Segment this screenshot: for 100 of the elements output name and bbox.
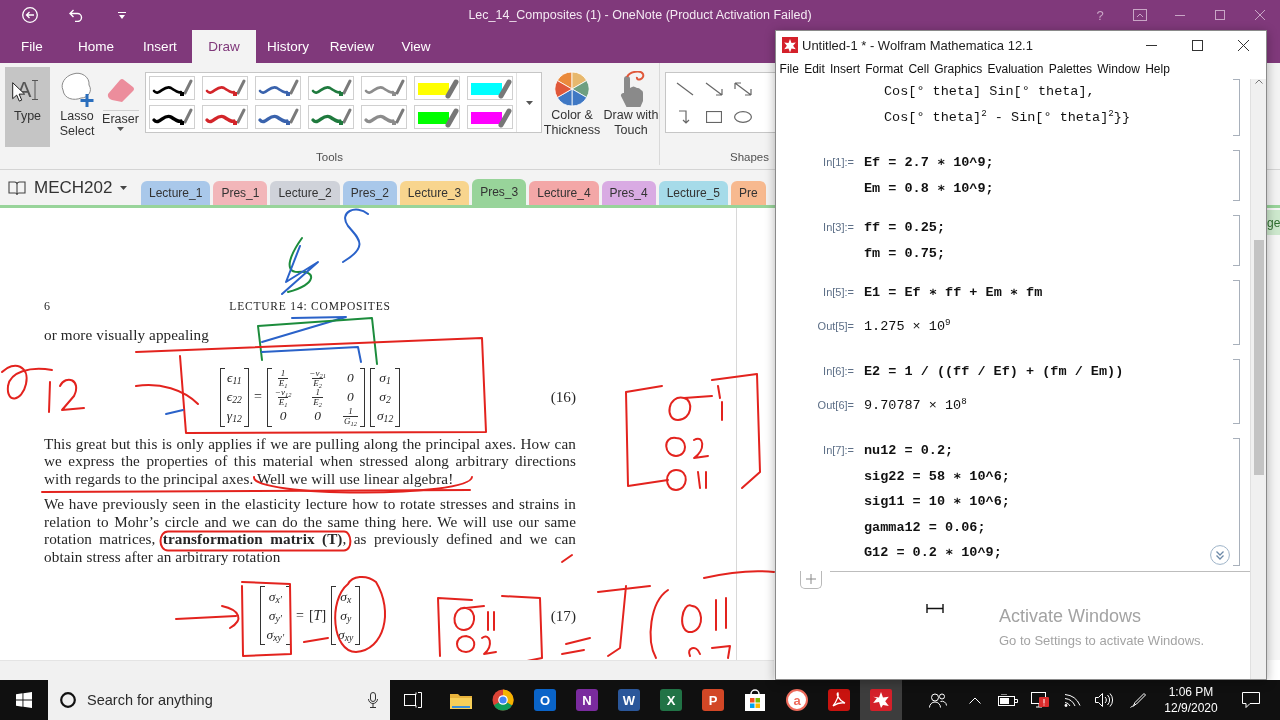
rectangle-shape-icon[interactable]: [705, 111, 722, 123]
section-tab[interactable]: Pres_2: [342, 181, 397, 205]
section-tab[interactable]: Pre: [731, 181, 766, 205]
menu-item[interactable]: Evaluation: [984, 59, 1047, 79]
menu-item[interactable]: Window: [1094, 59, 1143, 79]
ribbon-tab[interactable]: View: [384, 30, 448, 63]
paragraph: We have previously seen in the elasticity lecture how to rotate stresses and strains in relation to Mohr’s circle and we can do the same thing here. We will use our same rotation matrices, transformation matrix (T), as previously defined and we can obtain stress after an arbitrary rotation: [44, 495, 576, 565]
elbow-arrow-shape-icon[interactable]: [677, 110, 692, 124]
matrix-entry: γ$_{12}$: [226, 408, 242, 424]
menu-item[interactable]: File: [777, 59, 802, 79]
scrollbar-thumb[interactable]: [1253, 240, 1264, 475]
section-tab[interactable]: Pres_4: [601, 181, 656, 205]
section-tab[interactable]: Lecture_2: [270, 181, 340, 205]
draw-with-touch-button[interactable]: Draw with Touch: [602, 67, 660, 147]
notification-icon: [1241, 692, 1260, 708]
app-tile: W: [618, 689, 640, 711]
pen-icon[interactable]: [149, 76, 195, 100]
code-line: sig22 = 58 ∗ 10^6;: [864, 467, 1010, 486]
task-view-icon: [404, 692, 422, 708]
cell-bracket[interactable]: [1233, 215, 1240, 266]
section-tab[interactable]: Lecture_1: [141, 181, 211, 205]
close-icon: [1255, 10, 1265, 20]
add-cell-button[interactable]: [800, 570, 822, 589]
taskbar-button[interactable]: O: [524, 680, 566, 720]
taskbar-button[interactable]: W: [608, 680, 650, 720]
menu-item[interactable]: Insert: [827, 59, 863, 79]
ribbon-tab[interactable]: File: [0, 30, 64, 63]
cell-bracket[interactable]: [1233, 438, 1240, 566]
ellipse-shape-icon[interactable]: [733, 111, 752, 123]
text-cursor-icon: [32, 80, 39, 100]
minimize-icon: [1145, 44, 1157, 46]
double-arrow-shape-icon[interactable]: [733, 82, 752, 96]
arrow-shape-icon[interactable]: [704, 82, 723, 96]
help-button[interactable]: ?: [1080, 0, 1120, 30]
notebook-picker[interactable]: MECH202: [0, 170, 141, 205]
ribbon-tab[interactable]: Review: [320, 30, 384, 63]
matrix-entry: σ$_{y′}$: [268, 607, 282, 624]
wifi-icon: [1063, 693, 1081, 707]
color-wheel-icon: [554, 71, 590, 107]
cell-bracket[interactable]: [1233, 359, 1240, 424]
scrollbar[interactable]: [1250, 79, 1266, 679]
highlighter-icon[interactable]: [467, 76, 513, 100]
cell-bracket[interactable]: [1233, 150, 1240, 201]
cell-label: In[5]:=: [822, 285, 854, 300]
section-tab[interactable]: Lecture_4: [529, 181, 599, 205]
fraction-denominator: E$_{2}$: [312, 377, 323, 388]
app-tile: X: [660, 689, 682, 711]
ribbon-tab[interactable]: Insert: [128, 30, 192, 63]
group-label: Tools: [316, 150, 343, 165]
eraser-button[interactable]: Eraser: [99, 67, 142, 147]
output-line: 1.275 × 10$^{9}$: [864, 315, 951, 336]
menu-item[interactable]: Edit: [801, 59, 828, 79]
matrix-entry: 0: [347, 370, 354, 386]
menu-item[interactable]: Palettes: [1046, 59, 1095, 79]
cell-bracket[interactable]: [1233, 280, 1240, 345]
lasso-select-button[interactable]: Lasso Select: [55, 67, 99, 147]
taskbar-button[interactable]: N: [566, 680, 608, 720]
chevron-up-icon: [969, 696, 981, 704]
page-number: 6: [44, 299, 50, 313]
group-label: Shapes: [730, 150, 769, 165]
window-title: Untitled-1 * - Wolfram Mathematica 12.1: [802, 37, 1033, 53]
highlighter-icon[interactable]: [467, 105, 513, 129]
pen-icon[interactable]: [149, 105, 195, 129]
horizontal-scrollbar[interactable]: [0, 660, 774, 680]
cell-label: In[6]:=: [822, 364, 854, 379]
highlighter-icon[interactable]: [414, 76, 460, 100]
double-chevron-icon[interactable]: [1210, 545, 1230, 565]
highlighter-icon[interactable]: [414, 105, 460, 129]
section-tab[interactable]: Pres_1: [213, 181, 268, 205]
menu-item[interactable]: Cell: [905, 59, 932, 79]
resize-cursor-icon: [926, 604, 944, 613]
ribbon-tab[interactable]: Draw: [192, 30, 256, 63]
ribbon-display-icon: [1133, 9, 1147, 21]
cell-bracket[interactable]: [1233, 79, 1240, 136]
section-tab[interactable]: Pres_3: [472, 179, 527, 205]
search-bar[interactable]: Search for anything: [48, 680, 390, 720]
search-field[interactable]: Search for anything: [87, 692, 357, 708]
tricolor-circle-icon: [492, 689, 514, 711]
menu-item[interactable]: Format: [862, 59, 906, 79]
color-thickness-button[interactable]: Color & Thickness: [542, 67, 602, 147]
ribbon-tab[interactable]: Home: [64, 30, 128, 63]
clock-date: 12/9/2020: [1164, 700, 1218, 716]
ribbon-tab[interactable]: History: [256, 30, 320, 63]
activation-hint: Go to Settings to activate Windows.: [999, 633, 1205, 649]
microphone-icon: [368, 692, 378, 708]
section-tab[interactable]: Lecture_5: [658, 181, 728, 205]
taskbar-button[interactable]: X: [650, 680, 692, 720]
section-tab[interactable]: Lecture_3: [399, 181, 470, 205]
menu-item[interactable]: Help: [1142, 59, 1173, 79]
code-line: E2 = 1 / ((ff / Ef) + (fm / Em)): [864, 363, 1124, 381]
taskbar-button[interactable]: P: [692, 680, 734, 720]
taskbar-button[interactable]: [860, 680, 902, 720]
minimize-icon: [1175, 14, 1185, 16]
code-line: nu12 = 0.2;: [864, 442, 954, 460]
equation-number: (16): [550, 388, 576, 406]
matrix-entry: σ$_{y}$: [340, 607, 352, 624]
menu-item[interactable]: Graphics: [931, 59, 985, 79]
code-line: Ef = 2.7 ∗ 10^9;: [864, 154, 994, 172]
line-shape-icon[interactable]: [675, 82, 694, 96]
stylus-icon: [1129, 692, 1146, 708]
